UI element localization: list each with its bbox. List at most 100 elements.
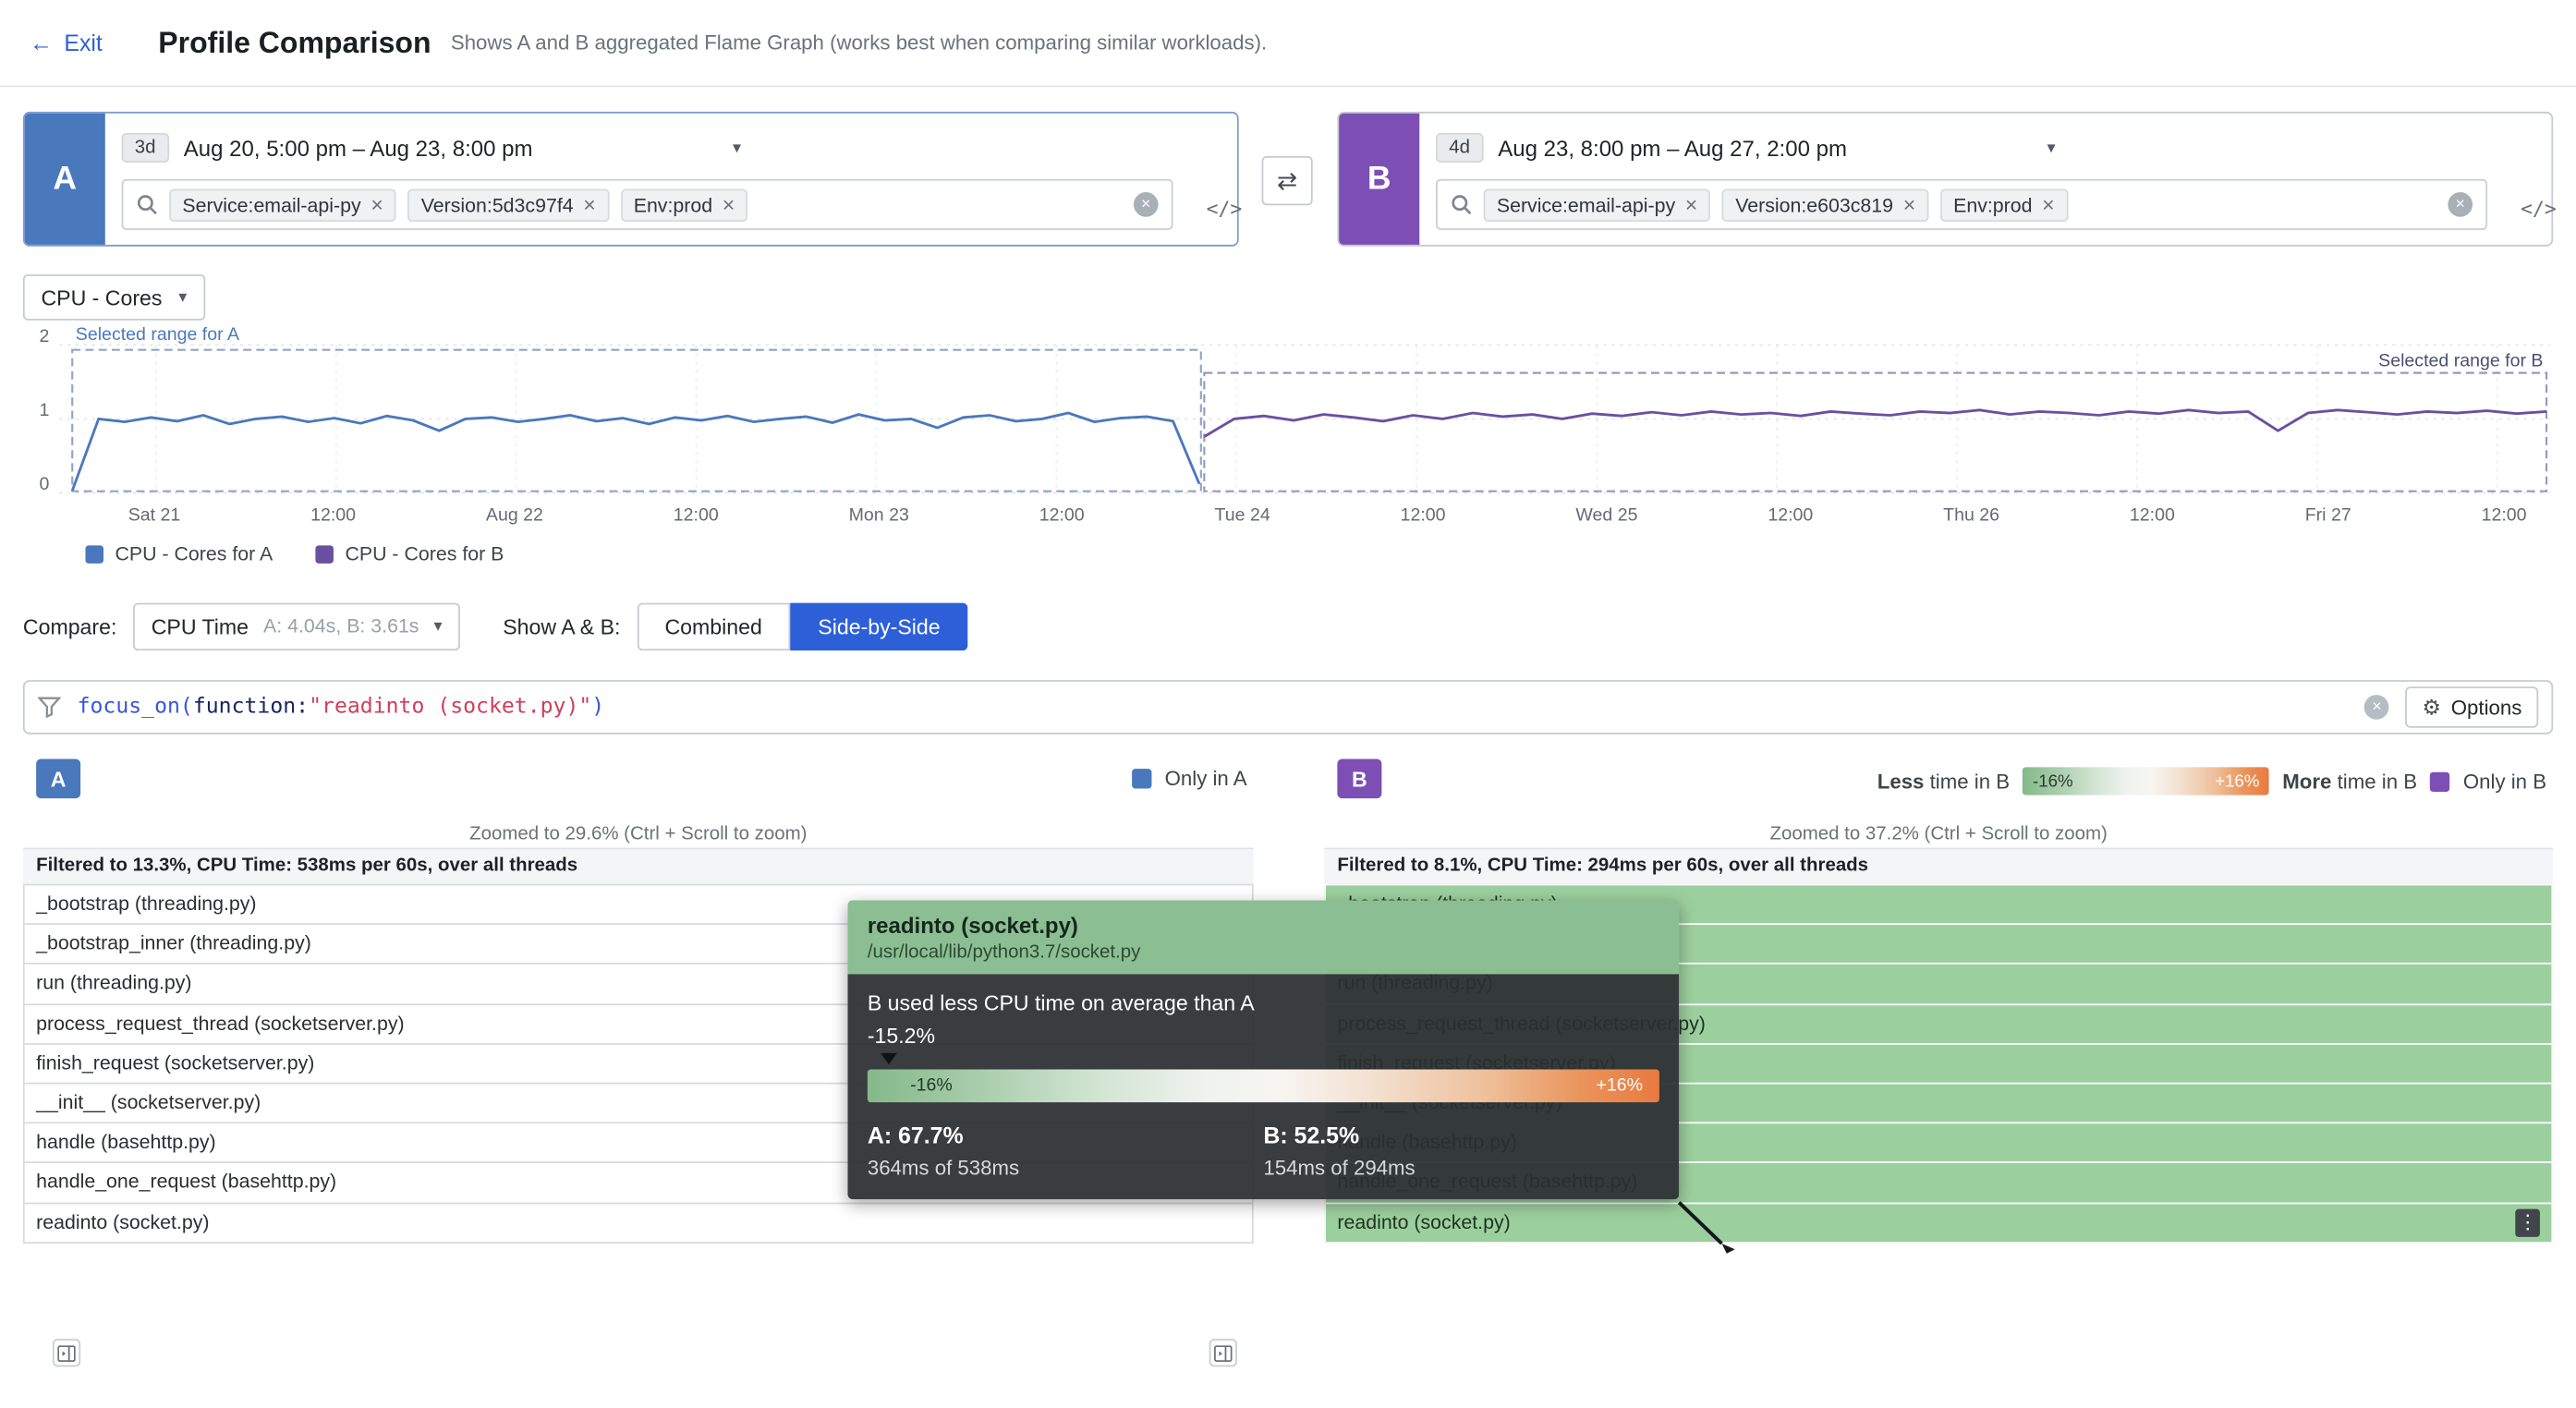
pane-toggle-icon xyxy=(1214,1344,1233,1361)
timeseries-plot[interactable] xyxy=(59,338,2550,503)
query-box-a: A 3d Aug 20, 5:00 pm – Aug 23, 8:00 pm ▾… xyxy=(23,112,1239,247)
duration-chip-b: 4d xyxy=(1436,133,1483,163)
chart-legend: CPU - Cores for A CPU - Cores for B xyxy=(85,542,504,565)
x-tick-label: Sat 21 xyxy=(128,506,181,526)
filter-tag[interactable]: Version:e603c819× xyxy=(1722,188,1928,222)
page-title: Profile Comparison xyxy=(158,26,431,60)
pane-toggle-icon xyxy=(57,1344,76,1361)
flame-filter-bar[interactable]: focus_on(function:"readinto (socket.py)"… xyxy=(23,680,2553,734)
time-range-selector-b[interactable]: 4d Aug 23, 8:00 pm – Aug 27, 2:00 pm ▾ xyxy=(1436,125,2055,171)
combined-toggle[interactable]: Combined xyxy=(637,602,790,650)
back-arrow-icon: ← xyxy=(30,30,53,55)
exit-label: Exit xyxy=(64,30,103,55)
view-mode-toggle: Combined Side-by-Side xyxy=(637,602,968,650)
x-tick-label: 12:00 xyxy=(310,506,356,526)
chevron-down-icon: ▾ xyxy=(434,617,443,636)
collapse-left-pane-button[interactable] xyxy=(53,1339,80,1366)
clear-query-icon[interactable]: × xyxy=(2448,192,2473,217)
x-tick-label: 12:00 xyxy=(1768,506,1813,526)
remove-tag-icon[interactable]: × xyxy=(583,194,596,215)
compare-label: Compare: xyxy=(23,613,116,638)
x-tick-label: 12:00 xyxy=(2482,506,2527,526)
tooltip-body: B used less CPU time on average than A -… xyxy=(847,974,1679,1199)
query-input-b[interactable]: Service:email-api-py×Version:e603c819×En… xyxy=(1436,179,2487,230)
panel-a-legend: Only in A xyxy=(1132,767,1247,790)
metric-label: CPU - Cores xyxy=(41,285,162,310)
stat-b: B: 52.5% 154ms of 294ms xyxy=(1263,1122,1659,1179)
duration-chip-a: 3d xyxy=(122,133,169,163)
tooltip-header: readinto (socket.py) /usr/local/lib/pyth… xyxy=(847,900,1679,974)
filter-tag[interactable]: Env:prod × xyxy=(1940,188,2068,222)
filter-tag[interactable]: Service:email-api-py× xyxy=(169,188,396,222)
code-view-icon[interactable]: </> xyxy=(1207,197,1243,220)
filter-tag[interactable]: Version:5d3c97f4 × xyxy=(407,188,609,222)
flame-frame[interactable]: readinto (socket.py) xyxy=(23,1202,1254,1244)
time-range-label-a: Aug 20, 5:00 pm – Aug 23, 8:00 pm xyxy=(184,136,533,161)
more-time-text: time in B xyxy=(2338,770,2417,793)
exit-link[interactable]: ← Exit xyxy=(30,30,103,55)
time-range-selector-a[interactable]: 3d Aug 20, 5:00 pm – Aug 23, 8:00 pm ▾ xyxy=(122,125,741,171)
selection-rect-b[interactable] xyxy=(1204,373,2546,492)
side-by-side-toggle[interactable]: Side-by-Side xyxy=(790,602,968,650)
tag-label: Env:prod xyxy=(634,193,712,216)
only-in-a-swatch xyxy=(1132,769,1151,788)
stat-a-detail: 364ms of 538ms xyxy=(868,1157,1264,1180)
remove-tag-icon[interactable]: × xyxy=(1903,194,1916,215)
clear-query-icon[interactable]: × xyxy=(1134,192,1159,217)
options-button[interactable]: ⚙ Options xyxy=(2406,686,2539,727)
panel-b-legend: Less time in B -16% +16% More time in B … xyxy=(1877,767,2546,795)
remove-tag-icon[interactable]: × xyxy=(371,194,383,215)
legend-swatch-b xyxy=(315,544,334,563)
compare-metric-dropdown[interactable]: CPU Time A: 4.04s, B: 3.61s ▾ xyxy=(133,602,460,650)
filter-summary-b: Filtered to 8.1%, CPU Time: 294ms per 60… xyxy=(1324,847,2553,885)
frame-menu-icon[interactable]: ⋮ xyxy=(2515,1209,2540,1237)
compare-metric-values: A: 4.04s, B: 3.61s xyxy=(263,614,419,637)
less-time-text: time in B xyxy=(1930,770,2010,793)
tag-list-a: Service:email-api-py×Version:5d3c97f4×En… xyxy=(169,188,747,222)
filter-query[interactable]: focus_on(function:"readinto (socket.py)"… xyxy=(78,695,605,720)
tag-label: Version:5d3c97f4 xyxy=(421,193,574,216)
comparison-gradient-bar: -16% +16% xyxy=(868,1070,1659,1103)
stat-a-percent: A: 67.7% xyxy=(868,1122,1264,1147)
time-range-label-b: Aug 23, 8:00 pm – Aug 27, 2:00 pm xyxy=(1498,136,1847,161)
code-view-icon[interactable]: </> xyxy=(2521,197,2557,220)
tooltip-file-path: /usr/local/lib/python3.7/socket.py xyxy=(868,943,1659,963)
scale-max-label: +16% xyxy=(1597,1076,1644,1096)
remove-tag-icon[interactable]: × xyxy=(723,194,735,215)
filter-tag[interactable]: Env:prod × xyxy=(620,188,747,222)
only-in-b-label: Only in B xyxy=(2463,770,2546,793)
chevron-down-icon: ▾ xyxy=(2047,139,2055,157)
y-tick-label: 2 xyxy=(23,327,49,346)
x-tick-label: Tue 24 xyxy=(1215,506,1270,526)
profile-a-badge: A xyxy=(25,114,105,245)
panel-a-badge: A xyxy=(36,759,80,798)
y-tick-label: 0 xyxy=(23,475,49,494)
panel-b-badge: B xyxy=(1337,759,1381,798)
search-icon xyxy=(137,194,158,215)
topbar: ← Exit Profile Comparison Shows A and B … xyxy=(0,0,2576,87)
x-tick-label: Mon 23 xyxy=(849,506,909,526)
remove-tag-icon[interactable]: × xyxy=(1685,194,1698,215)
swap-ab-button[interactable]: ⇄ xyxy=(1262,156,1313,205)
filter-func: focus_on( xyxy=(78,695,193,720)
options-label: Options xyxy=(2451,696,2522,719)
filter-close-paren: ) xyxy=(591,695,604,720)
remove-tag-icon[interactable]: × xyxy=(2042,194,2055,215)
filter-tag[interactable]: Service:email-api-py × xyxy=(1484,188,1711,222)
tooltip-delta: -15.2% xyxy=(868,1024,1659,1049)
filter-value: "readinto (socket.py)" xyxy=(309,695,591,720)
query-input-a[interactable]: Service:email-api-py×Version:5d3c97f4×En… xyxy=(122,179,1173,230)
query-b-content: 4d Aug 23, 8:00 pm – Aug 27, 2:00 pm ▾ S… xyxy=(1419,114,2551,245)
flame-frame[interactable]: readinto (socket.py) xyxy=(1324,1202,2553,1244)
tag-label: Env:prod xyxy=(1953,193,2032,216)
collapse-right-pane-button[interactable] xyxy=(1209,1339,1237,1366)
x-tick-label: 12:00 xyxy=(1039,506,1085,526)
tooltip-message: B used less CPU time on average than A xyxy=(868,990,1659,1015)
filter-funnel-icon xyxy=(38,697,61,718)
query-a-content: 3d Aug 20, 5:00 pm – Aug 23, 8:00 pm ▾ S… xyxy=(105,114,1237,245)
x-tick-label: Thu 26 xyxy=(1943,506,1999,526)
tag-label: Service:email-api-py xyxy=(1497,193,1675,216)
x-tick-label: Wed 25 xyxy=(1575,506,1637,526)
clear-filter-icon[interactable]: × xyxy=(2364,695,2389,720)
metric-selector[interactable]: CPU - Cores ▾ xyxy=(23,274,205,321)
